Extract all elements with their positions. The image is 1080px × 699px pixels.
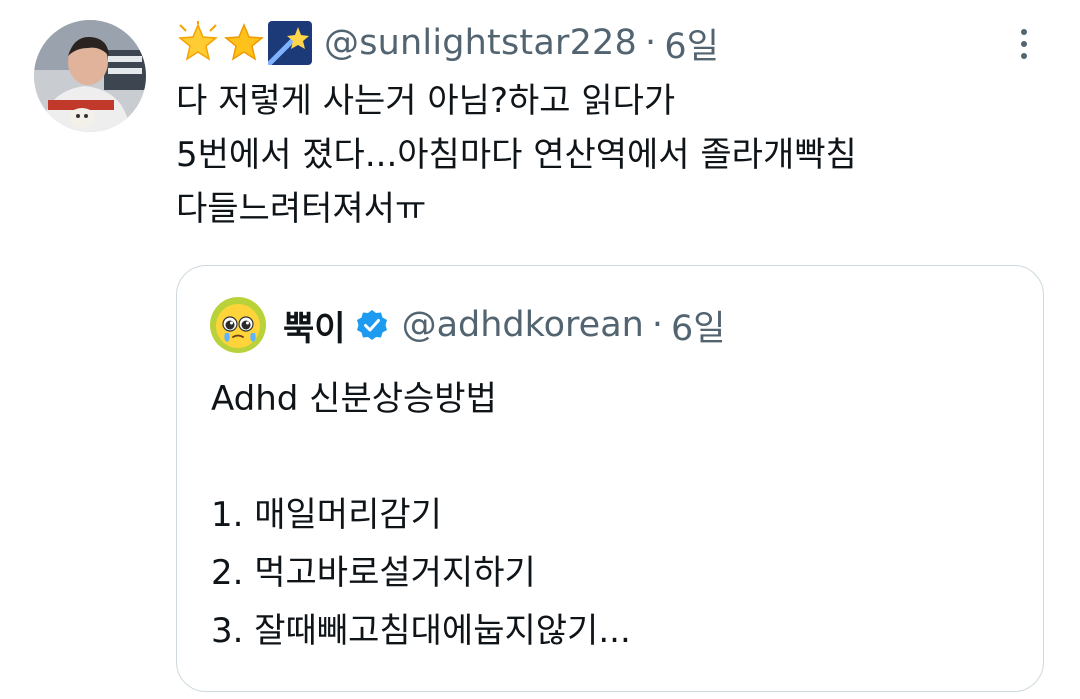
quoted-tweet-timestamp[interactable]: 6일 (671, 300, 725, 351)
quoted-text-blank-line (211, 428, 631, 486)
verified-badge-icon (356, 309, 388, 341)
tweet-text-line: 다 저렇게 사는거 아님?하고 읽다가 (176, 81, 676, 121)
quoted-tweet-text: Adhd 신분상승방법 1. 매일머리감기 2. 먹고바로설거지하기 3. 잘때… (211, 370, 631, 660)
quoted-tweet-card[interactable]: 뿍이 @adhdkorean · 6일 Adhd 신분상승방법 1. 매일머리감… (176, 265, 1044, 692)
tweet-header: @sunlightstar228 · 6일 (176, 18, 719, 68)
author-handle[interactable]: @sunlightstar228 (324, 23, 637, 63)
tweet[interactable]: @sunlightstar228 · 6일 다 저렇게 사는거 아님?하고 읽다… (0, 0, 1080, 699)
quoted-author-handle[interactable]: @adhdkorean (402, 305, 644, 345)
quoted-tweet-header: 뿍이 @adhdkorean · 6일 (209, 296, 725, 354)
quoted-author-name[interactable]: 뿍이 (283, 301, 346, 350)
quoted-text-line: Adhd 신분상승방법 (211, 379, 497, 419)
tweet-text: 다 저렇게 사는거 아님?하고 읽다가 5번에서 졌다...아침마다 연산역에서… (176, 74, 1036, 236)
tweet-text-line: 다들느려터져서ㅠ (176, 189, 427, 229)
author-avatar[interactable] (34, 20, 146, 132)
quoted-text-line: 3. 잘때빼고침대에눕지않기... (211, 611, 631, 651)
quoted-text-line: 2. 먹고바로설거지하기 (211, 553, 536, 593)
star-icon (224, 23, 264, 61)
quoted-text-line: 1. 매일머리감기 (211, 495, 442, 535)
pleading-face-icon (210, 297, 266, 353)
quoted-header-separator: · (651, 305, 663, 345)
more-vertical-icon (1021, 29, 1027, 35)
quoted-author-avatar[interactable] (209, 296, 267, 354)
author-avatar-photo (34, 20, 146, 132)
shooting-star-icon (268, 21, 312, 65)
more-options-button[interactable] (1004, 22, 1044, 66)
tweet-timestamp[interactable]: 6일 (664, 18, 719, 69)
tweet-text-line: 5번에서 졌다...아침마다 연산역에서 졸라개빡침 (176, 135, 857, 175)
author-name-emojis[interactable] (176, 21, 312, 65)
glowing-star-icon (178, 21, 218, 61)
header-separator: · (644, 23, 657, 63)
